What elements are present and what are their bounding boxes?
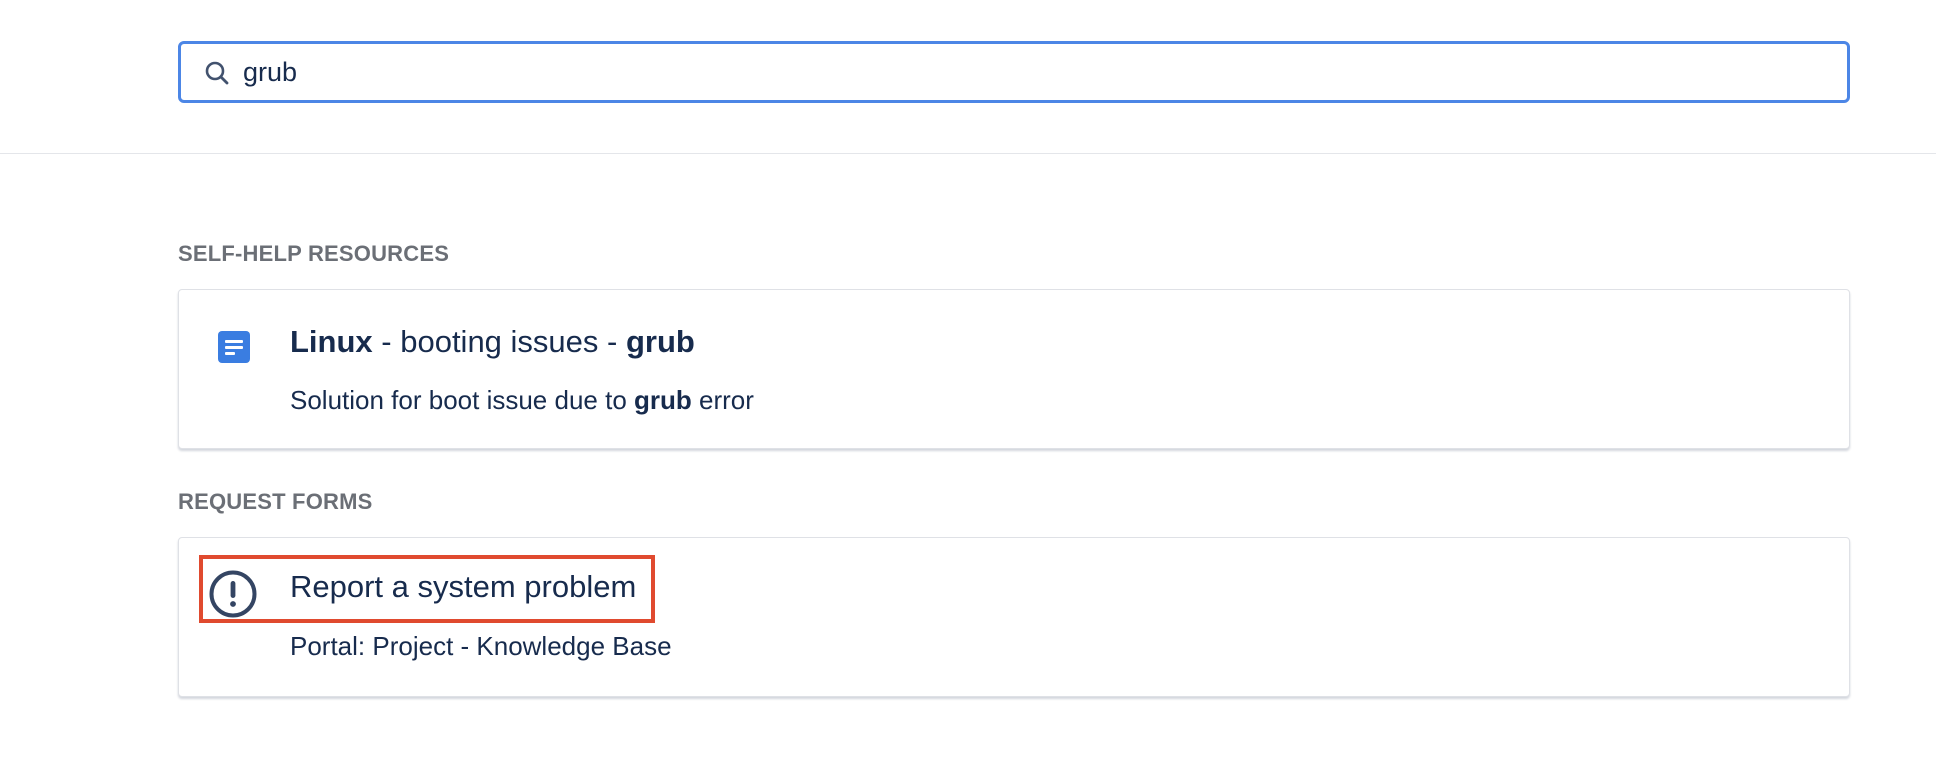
title-highlight-linux: Linux — [290, 324, 373, 359]
self-help-heading: SELF-HELP RESOURCES — [178, 241, 450, 266]
request-form-portal: Portal: Project - Knowledge Base — [290, 631, 672, 661]
self-help-card[interactable]: Linux - booting issues - grub Solution f… — [178, 289, 1850, 449]
request-forms-heading: REQUEST FORMS — [178, 489, 373, 514]
self-help-description: Solution for boot issue due to grub erro… — [290, 385, 754, 416]
title-middle-text: - booting issues - — [372, 324, 626, 359]
self-help-title[interactable]: Linux - booting issues - grub — [290, 324, 695, 360]
search-input[interactable] — [243, 52, 1803, 92]
title-highlight-grub: grub — [625, 324, 695, 359]
desc-highlight-grub: grub — [634, 385, 692, 415]
desc-text-start: Solution for boot issue due to — [290, 385, 635, 415]
document-icon — [218, 331, 250, 363]
annotation-highlight-box — [199, 555, 655, 623]
search-box[interactable] — [178, 41, 1850, 103]
search-icon — [205, 61, 229, 85]
request-form-card[interactable]: Report a system problem Portal: Project … — [178, 537, 1850, 697]
search-header — [0, 0, 1936, 154]
desc-text-end: error — [691, 385, 754, 415]
